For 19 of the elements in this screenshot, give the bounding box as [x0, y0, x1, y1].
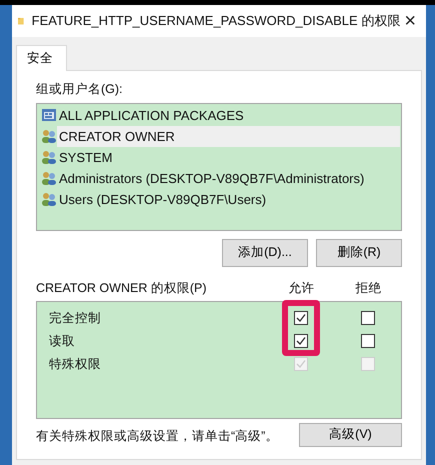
permission-name: 读取 — [49, 334, 75, 348]
column-header: 拒绝 — [356, 280, 382, 297]
permission-name: 完全控制 — [49, 310, 101, 325]
permission-name: 特殊权限 — [49, 356, 101, 371]
column-header: 允许 — [288, 280, 315, 297]
remove-button[interactable]: 删除(R) — [316, 238, 402, 266]
tab[interactable]: 安全 — [16, 45, 67, 71]
window-title: FEATURE_HTTP_USERNAME_PASSWORD_DISABLE 的权限 — [32, 12, 400, 30]
add-button[interactable]: 添加(D)... — [222, 238, 308, 266]
user-list-item[interactable]: SYSTEM — [57, 146, 400, 168]
group-label: 组或用户名(G): — [36, 80, 123, 98]
advanced-button[interactable]: 高级(V) — [299, 422, 402, 446]
user-list-item[interactable]: Users (DESKTOP-V89QB7F\Users) — [57, 188, 400, 210]
close-button[interactable]: × — [400, 11, 420, 31]
hint-text: 有关特殊权限或高级设置，请单击“高级”。 — [36, 428, 278, 444]
permissions-label: CREATOR OWNER 的权限(P) — [36, 280, 208, 297]
user-list-item[interactable]: ALL APPLICATION PACKAGES — [57, 104, 400, 126]
user-list-item[interactable]: Administrators (DESKTOP-V89QB7F\Administrators) — [57, 168, 400, 188]
user-list-item[interactable]: CREATOR OWNER — [57, 126, 400, 146]
